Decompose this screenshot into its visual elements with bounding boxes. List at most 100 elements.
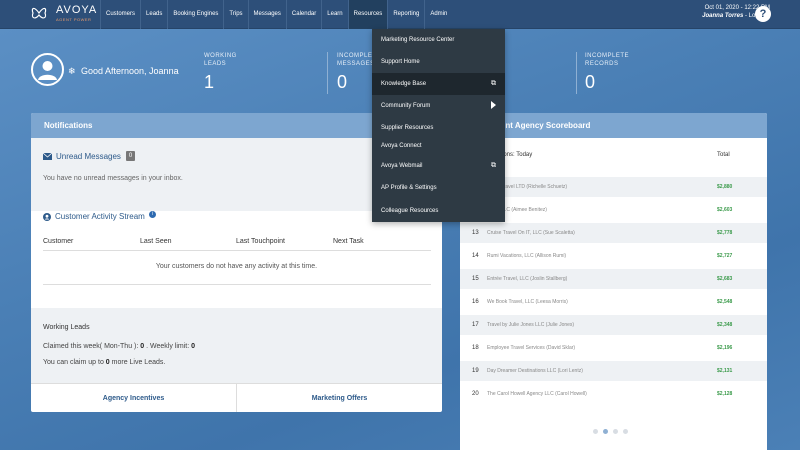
row-rank: 17 xyxy=(472,322,479,328)
menu-item-label: AP Profile & Settings xyxy=(381,185,437,191)
user-name: Joanna Torres xyxy=(702,13,744,19)
nav-customers[interactable]: Customers xyxy=(100,0,140,29)
menu-avoya-connect[interactable]: Avoya Connect xyxy=(372,135,505,157)
row-agency-name: Employee Travel Services (David Sklar) xyxy=(487,345,576,351)
stat-value: 0 xyxy=(585,72,596,92)
external-link-icon: ⧉ xyxy=(491,80,496,87)
row-agency-name: We Book Travel, LLC (Leesa Morris) xyxy=(487,299,568,305)
table-row: 19 Day Dreamer Destinations LLC (Lori Len… xyxy=(460,361,767,381)
carousel-dot-active[interactable] xyxy=(603,429,608,434)
stat-incomplete-records[interactable]: INCOMPLETE RECORDS 0 xyxy=(585,52,629,93)
row-rank: 16 xyxy=(472,299,479,305)
nav-booking-engines[interactable]: Booking Engines xyxy=(167,0,223,29)
menu-item-label: Supplier Resources xyxy=(381,125,434,131)
sun-icon: ❄ xyxy=(68,66,76,76)
weekly-limit-label: . Weekly limit: xyxy=(144,343,192,350)
activity-stream-label: Customer Activity Stream xyxy=(55,212,145,221)
table-row: 20 The Carol Howell Agency LLC (Carol How… xyxy=(460,384,767,404)
nav-admin[interactable]: Admin xyxy=(424,0,452,29)
stat-label: RECORDS xyxy=(585,61,619,67)
carousel-dot[interactable] xyxy=(593,429,598,434)
menu-item-label: Marketing Resource Center xyxy=(381,37,455,43)
nav-messages[interactable]: Messages xyxy=(247,0,286,29)
row-rank: 15 xyxy=(472,276,479,282)
avatar[interactable] xyxy=(31,53,64,86)
stat-working-leads[interactable]: WORKING LEADS 1 xyxy=(204,52,237,93)
marketing-offers-button[interactable]: Marketing Offers xyxy=(236,384,442,412)
menu-community-forum[interactable]: Community Forum xyxy=(372,95,505,117)
row-agency-name: Cruise Travel On IT, LLC (Sue Scaletta) xyxy=(487,230,575,236)
row-agency-name: Rumi Vacations, LLC (Allison Rumi) xyxy=(487,253,567,259)
stat-label: LEADS xyxy=(204,61,227,67)
external-link-icon: ⧉ xyxy=(491,162,496,169)
nav-trips[interactable]: Trips xyxy=(223,0,247,29)
greeting-text: Good Afternoon, Joanna xyxy=(81,66,179,76)
col-customer[interactable]: Customer xyxy=(43,238,73,245)
table-row: 17 Travel by Julie Jones LLC (Julie Jones… xyxy=(460,315,767,335)
row-rank: 20 xyxy=(472,391,479,397)
stat-value: 1 xyxy=(204,72,215,92)
row-total: $2,548 xyxy=(717,299,733,305)
activity-empty-text: Your customers do not have any activity … xyxy=(155,263,318,270)
menu-colleague-resources[interactable]: Colleague Resources xyxy=(372,200,505,222)
menu-item-label: Avoya Webmail xyxy=(381,163,423,169)
table-row: 14 Rumi Vacations, LLC (Allison Rumi) $2,7… xyxy=(460,246,767,266)
stat-divider xyxy=(327,52,328,94)
nav-resources[interactable]: Resources xyxy=(347,0,388,29)
row-total: $2,348 xyxy=(717,322,733,328)
col-next-task[interactable]: Next Task xyxy=(333,238,364,245)
unread-messages-label: Unread Messages xyxy=(56,151,121,161)
menu-knowledge-base[interactable]: Knowledge Base ⧉ xyxy=(372,73,505,95)
stat-label: INCOMPLETE xyxy=(585,53,630,59)
row-total: $2,778 xyxy=(717,230,733,236)
butterfly-icon xyxy=(31,7,47,18)
envelope-icon xyxy=(43,152,52,160)
table-row: 13 Cruise Travel On IT, LLC (Sue Scaletta… xyxy=(460,223,767,243)
menu-item-label: Community Forum xyxy=(381,103,431,109)
table-row: ing Dreams Travel LTD (Richelle Schuetz)… xyxy=(460,177,767,197)
unread-messages-title[interactable]: Unread Messages 0 xyxy=(43,151,136,161)
table-row: D TRAVEL, LLC (Aimee Benitez) $2,603 xyxy=(460,200,767,220)
activity-stream-title[interactable]: Customer Activity Stream i xyxy=(43,210,156,221)
menu-support-home[interactable]: Support Home xyxy=(372,51,505,73)
table-row: 15 Entrée Travel, LLC (Joslin Stallberg) $… xyxy=(460,269,767,289)
claim-suffix: more Live Leads. xyxy=(109,359,166,366)
info-icon[interactable]: i xyxy=(148,210,156,218)
nav-calendar[interactable]: Calendar xyxy=(285,0,321,29)
nav-learn[interactable]: Learn xyxy=(321,0,347,29)
agency-incentives-button[interactable]: Agency Incentives xyxy=(31,384,236,412)
brand-logo[interactable]: AVOYA AGENT POWER xyxy=(0,0,100,29)
activity-table-header: Customer Last Seen Last Touchpoint Next … xyxy=(43,238,431,251)
carousel-dot[interactable] xyxy=(613,429,618,434)
row-rank: 18 xyxy=(472,345,479,351)
row-rank: 19 xyxy=(472,368,479,374)
menu-marketing-resource-center[interactable]: Marketing Resource Center xyxy=(372,29,505,51)
brand-tagline: AGENT POWER xyxy=(56,16,92,22)
col-last-seen[interactable]: Last Seen xyxy=(140,238,172,245)
row-rank: 13 xyxy=(472,230,479,236)
carousel-dot[interactable] xyxy=(623,429,628,434)
row-rank: 14 xyxy=(472,253,479,259)
menu-item-label: Avoya Connect xyxy=(381,143,422,149)
menu-ap-profile-settings[interactable]: AP Profile & Settings xyxy=(372,177,505,199)
claim-line: You can claim up to 0 more Live Leads. xyxy=(43,359,165,366)
row-total: $2,603 xyxy=(717,207,733,213)
scoreboard-col-total: Total xyxy=(717,152,730,158)
unread-count-badge: 0 xyxy=(125,151,136,161)
nav-reporting[interactable]: Reporting xyxy=(387,0,424,29)
menu-avoya-webmail[interactable]: Avoya Webmail ⧉ xyxy=(372,155,505,177)
row-total: $2,196 xyxy=(717,345,733,351)
stat-divider xyxy=(576,52,577,94)
menu-item-label: Support Home xyxy=(381,59,420,65)
col-last-touchpoint[interactable]: Last Touchpoint xyxy=(236,238,285,245)
help-icon[interactable]: ? xyxy=(755,6,771,22)
claimed-line: Claimed this week( Mon-Thu ): 0 . Weekly… xyxy=(43,343,195,350)
top-nav: AVOYA AGENT POWER Customers Leads Bookin… xyxy=(0,0,800,29)
panel-buttons: Agency Incentives Marketing Offers xyxy=(31,383,442,412)
row-agency-name: Day Dreamer Destinations LLC (Lori Lentz… xyxy=(487,368,583,374)
brand-name: AVOYA xyxy=(56,3,98,16)
nav-leads[interactable]: Leads xyxy=(140,0,167,29)
row-total: $2,131 xyxy=(717,368,733,374)
divider xyxy=(43,284,431,285)
row-total: $2,128 xyxy=(717,391,733,397)
